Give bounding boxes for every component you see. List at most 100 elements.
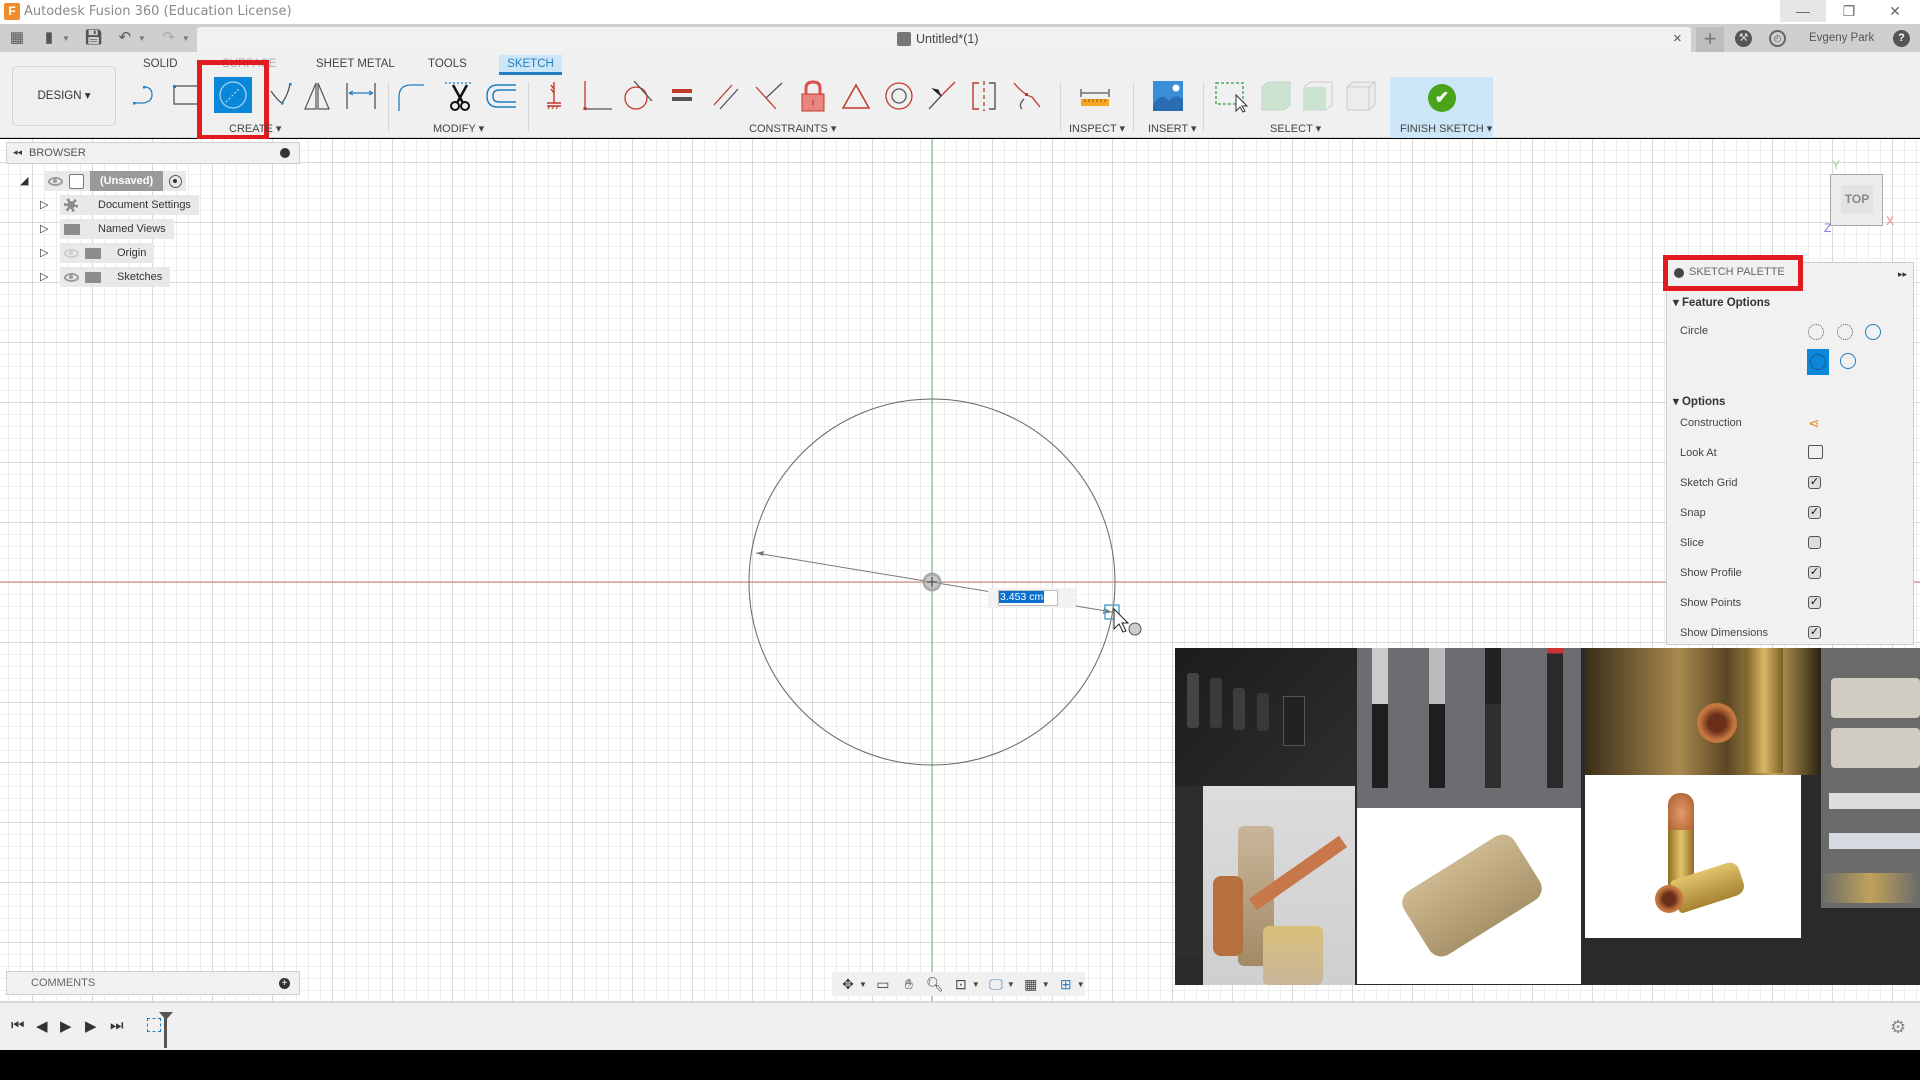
collinear-constraint[interactable] xyxy=(925,79,959,113)
parallel-constraint[interactable] xyxy=(710,79,744,113)
chevron-down-icon[interactable]: ▼ xyxy=(859,980,867,989)
app-grid-icon[interactable]: ▦ xyxy=(8,29,26,47)
play-icon[interactable]: ▶ xyxy=(60,1017,72,1035)
select-faces-tool[interactable] xyxy=(1300,79,1334,113)
coincident-constraint[interactable] xyxy=(580,79,614,113)
perpendicular-constraint[interactable] xyxy=(752,79,786,113)
snap-checkbox[interactable]: ✓ xyxy=(1808,506,1821,519)
show-profile-checkbox[interactable]: ✓ xyxy=(1808,566,1821,579)
visibility-eye-icon[interactable] xyxy=(48,176,63,186)
tangent-circle-option[interactable] xyxy=(1840,353,1856,369)
line-tool[interactable] xyxy=(130,79,164,113)
symmetry-constraint[interactable] xyxy=(967,79,1001,113)
browser-root-node[interactable]: ◢ (Unsaved) xyxy=(20,171,187,191)
show-points-checkbox[interactable]: ✓ xyxy=(1808,596,1821,609)
hidden-eye-icon[interactable] xyxy=(64,248,79,258)
notifications-clock-icon[interactable]: ◴ xyxy=(1769,30,1786,47)
center-diameter-circle-option[interactable] xyxy=(1808,324,1824,340)
visibility-eye-icon[interactable] xyxy=(64,272,79,282)
go-to-start-icon[interactable]: ⏮︎ xyxy=(11,1017,25,1034)
trim-tool[interactable] xyxy=(443,79,477,113)
maximize-button[interactable]: ❐ xyxy=(1826,0,1872,22)
chevron-down-icon[interactable]: ▼ xyxy=(138,34,146,43)
tab-solid[interactable]: SOLID xyxy=(143,58,178,70)
tangent-constraint[interactable] xyxy=(622,79,656,113)
insert-menu[interactable]: INSERT ▾ xyxy=(1148,122,1197,135)
tab-tools[interactable]: TOOLS xyxy=(428,58,467,70)
file-menu-icon[interactable]: ▮ xyxy=(40,29,58,47)
curvature-constraint[interactable] xyxy=(1010,79,1044,113)
concentric-constraint[interactable] xyxy=(882,79,916,113)
expand-triangle-icon[interactable]: ▷ xyxy=(40,247,52,259)
job-status-icon[interactable]: ⚒ xyxy=(1735,30,1752,47)
help-icon[interactable]: ? xyxy=(1893,30,1910,47)
look-at-icon[interactable]: ▭ xyxy=(873,975,893,993)
browser-pin-icon[interactable] xyxy=(280,148,290,158)
step-back-icon[interactable]: ◀ xyxy=(36,1017,48,1035)
expand-triangle-icon[interactable]: ▷ xyxy=(40,223,52,235)
construction-icon[interactable]: ⋖ xyxy=(1808,415,1820,432)
chevron-down-icon[interactable]: ▼ xyxy=(1042,980,1050,989)
step-forward-icon[interactable]: ▶ xyxy=(85,1017,97,1035)
user-account[interactable]: Evgeny Park xyxy=(1809,32,1874,44)
minimize-button[interactable]: — xyxy=(1780,0,1826,22)
display-settings-icon[interactable]: 🖵︎ xyxy=(986,975,1006,993)
feature-options-header[interactable]: ▾ Feature Options xyxy=(1673,295,1770,309)
add-comment-icon[interactable]: + xyxy=(279,978,290,989)
browser-item-document-settings[interactable]: ▷ Document Settings xyxy=(40,195,199,215)
close-tab-icon[interactable]: × xyxy=(1673,30,1682,47)
undo-icon[interactable]: ↶ xyxy=(116,29,134,47)
finish-sketch-label[interactable]: FINISH SKETCH ▾ xyxy=(1400,122,1492,135)
sketch-feature-icon[interactable] xyxy=(147,1018,161,1032)
equal-constraint[interactable] xyxy=(666,79,700,113)
pan-hand-icon[interactable]: ✋︎ xyxy=(899,975,919,993)
expand-triangle-icon[interactable]: ▷ xyxy=(40,199,52,211)
offset-tool[interactable] xyxy=(484,79,518,113)
select-edges-tool[interactable] xyxy=(1343,79,1377,113)
horizontal-vertical-constraint[interactable] xyxy=(537,79,571,113)
collapse-browser-icon[interactable]: ◂◂ xyxy=(13,147,22,158)
options-header[interactable]: ▾ Options xyxy=(1673,394,1725,408)
activate-component-icon[interactable] xyxy=(169,174,183,188)
select-menu[interactable]: SELECT ▾ xyxy=(1270,122,1321,135)
measure-tool[interactable] xyxy=(1078,79,1112,113)
root-row[interactable]: (Unsaved) xyxy=(44,171,187,191)
redo-icon[interactable]: ↷ xyxy=(160,29,178,47)
select-bodies-tool[interactable] xyxy=(1258,79,1292,113)
insert-canvas-tool[interactable] xyxy=(1151,79,1185,113)
collapse-triangle-icon[interactable]: ◢ xyxy=(20,175,32,187)
workspace-switcher[interactable]: DESIGN ▾ xyxy=(12,66,116,126)
modify-menu[interactable]: MODIFY ▾ xyxy=(433,122,484,135)
constraints-menu[interactable]: CONSTRAINTS ▾ xyxy=(749,122,836,135)
timeline-settings-gear-icon[interactable]: ⚙ xyxy=(1890,1017,1906,1038)
look-at-icon[interactable] xyxy=(1808,445,1823,459)
zoom-icon[interactable]: 🔍︎ xyxy=(925,975,945,993)
go-to-end-icon[interactable]: ⏭︎ xyxy=(110,1017,124,1034)
expand-triangle-icon[interactable]: ▷ xyxy=(40,271,52,283)
fillet-tool[interactable] xyxy=(396,79,430,113)
timeline-marker-head[interactable] xyxy=(159,1012,173,1020)
viewcube-top-face[interactable]: TOP xyxy=(1841,185,1873,213)
browser-item-named-views[interactable]: ▷ Named Views xyxy=(40,219,174,239)
save-icon[interactable]: 💾︎ xyxy=(84,29,103,47)
chevron-down-icon[interactable]: ▼ xyxy=(182,34,190,43)
two-point-circle-option[interactable] xyxy=(1837,324,1853,340)
chevron-down-icon[interactable]: ▼ xyxy=(1007,980,1015,989)
checkmark-icon[interactable]: ✔ xyxy=(1428,84,1456,112)
viewcube[interactable]: TOP xyxy=(1830,174,1883,226)
new-tab-button[interactable]: + xyxy=(1696,27,1724,52)
diameter-input[interactable]: 3.453 cm xyxy=(998,590,1058,606)
tab-sheet-metal[interactable]: SHEET METAL xyxy=(316,58,395,70)
tab-sketch[interactable]: SKETCH xyxy=(499,55,562,75)
show-dimensions-checkbox[interactable]: ✓ xyxy=(1808,626,1821,639)
sketch-palette-header-highlight[interactable]: SKETCH PALETTE xyxy=(1663,255,1803,291)
inspect-menu[interactable]: INSPECT ▾ xyxy=(1069,122,1125,135)
midpoint-constraint[interactable] xyxy=(839,79,873,113)
collapse-palette-icon[interactable] xyxy=(1674,268,1684,278)
chevron-down-icon[interactable]: ▼ xyxy=(972,980,980,989)
expand-palette-icon[interactable]: ▸▸ xyxy=(1898,269,1907,280)
grid-snap-icon[interactable]: ▦ xyxy=(1021,975,1041,993)
chevron-down-icon[interactable]: ▼ xyxy=(62,34,70,43)
browser-item-sketches[interactable]: ▷ Sketches xyxy=(40,267,171,287)
circle-option-active[interactable] xyxy=(1807,349,1829,375)
